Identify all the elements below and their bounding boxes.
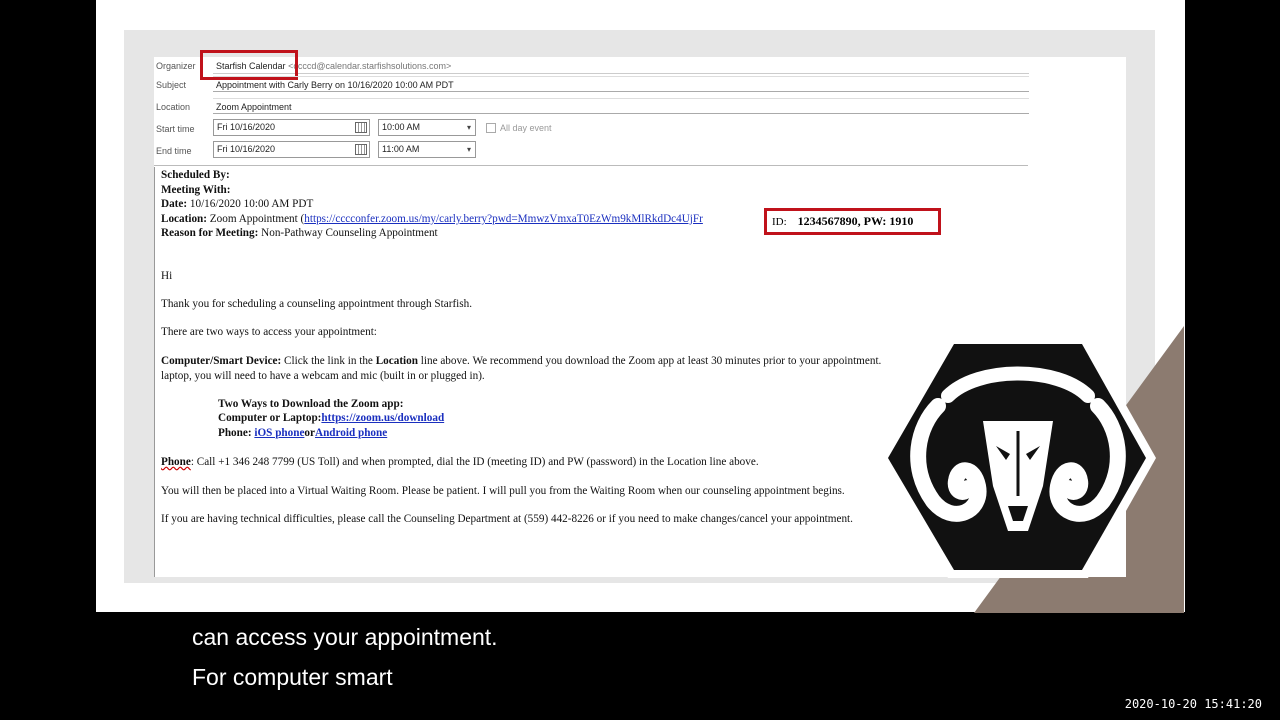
ram-logo-icon — [878, 336, 1158, 580]
subject-label: Subject — [156, 80, 187, 90]
difficulties-text: If you are having technical difficulties… — [161, 513, 853, 525]
start-time-value: 10:00 AM — [382, 122, 421, 132]
date-value: 10/16/2020 10:00 AM PDT — [189, 198, 314, 210]
start-time-select[interactable]: 10:00 AM ▾ — [378, 119, 476, 136]
computer-text-2: line above. We recommend you download th… — [420, 355, 882, 367]
computer-text-location: Location — [375, 355, 418, 367]
reason-label: Reason for Meeting: — [161, 227, 259, 239]
start-time-label: Start time — [156, 124, 195, 134]
end-time-value: 11:00 AM — [382, 144, 420, 154]
location-label: Location — [156, 102, 191, 112]
start-date-value: Fri 10/16/2020 — [217, 122, 276, 132]
phone-label: Phone — [161, 456, 191, 468]
meeting-id-label: ID: — [772, 216, 787, 228]
subtitle-line-1: can access your appointment. — [192, 624, 498, 650]
waiting-room-text: You will then be placed into a Virtual W… — [161, 485, 845, 497]
two-ways-text: There are two ways to access your appoin… — [161, 326, 377, 338]
body-left-border — [154, 167, 155, 577]
reason-value: Non-Pathway Counseling Appointment — [261, 227, 438, 239]
timestamp: 2020-10-20 15:41:20 — [1124, 697, 1262, 711]
calendar-icon[interactable] — [355, 122, 367, 133]
chevron-down-icon: ▾ — [466, 145, 471, 154]
all-day-checkbox[interactable] — [486, 123, 496, 133]
end-date-value: Fri 10/16/2020 — [217, 144, 276, 154]
phone-text: : Call +1 346 248 7799 (US Toll) and whe… — [190, 456, 759, 468]
date-label: Date: — [161, 198, 188, 210]
zoom-meeting-link[interactable]: https://cccconfer.zoom.us/my/carly.berry… — [304, 213, 703, 225]
subject-field[interactable]: Appointment with Carly Berry on 10/16/20… — [213, 76, 1029, 92]
end-date-field[interactable]: Fri 10/16/2020 — [213, 141, 370, 158]
meeting-with-label: Meeting With: — [161, 184, 231, 196]
zoom-download-link[interactable]: https://zoom.us/download — [321, 412, 444, 424]
end-time-label: End time — [156, 146, 192, 156]
organizer-field: Starfish Calendar <ccccd@calendar.starfi… — [213, 58, 1029, 74]
start-date-field[interactable]: Fri 10/16/2020 — [213, 119, 370, 136]
location-body-label: Location: — [161, 213, 207, 225]
end-time-select[interactable]: 11:00 AM ▾ — [378, 141, 476, 158]
android-phone-link[interactable]: Android phone — [315, 427, 387, 439]
download-or: or — [304, 427, 315, 439]
organizer-email: <ccccd@calendar.starfishsolutions.com> — [288, 61, 452, 71]
location-field[interactable]: Zoom Appointment — [213, 98, 1029, 114]
meeting-id-value: 1234567890, PW: 1910 — [797, 214, 914, 228]
greeting-text: Hi — [161, 270, 173, 282]
presentation-slide: Organizer Starfish Calendar <ccccd@calen… — [96, 0, 1185, 613]
location-body-text: Zoom Appointment ( — [209, 213, 305, 225]
download-computer-label: Computer or Laptop: — [218, 412, 322, 424]
download-title: Two Ways to Download the Zoom app: — [218, 398, 404, 410]
thanks-text: Thank you for scheduling a counseling ap… — [161, 298, 473, 310]
all-day-label: All day event — [500, 123, 552, 133]
download-phone-label: Phone: — [218, 427, 252, 439]
calendar-icon[interactable] — [355, 144, 367, 155]
computer-text-line2: laptop, you will need to have a webcam a… — [161, 370, 485, 382]
scheduled-by-label: Scheduled By: — [161, 169, 230, 181]
meeting-id-highlight: ID: 1234567890, PW: 1910 — [764, 208, 941, 235]
chevron-down-icon: ▾ — [466, 123, 471, 132]
subtitle-line-2: For computer smart — [192, 664, 393, 690]
ios-phone-link[interactable]: iOS phone — [254, 427, 304, 439]
header-separator — [154, 165, 1028, 166]
organizer-label: Organizer — [156, 61, 196, 71]
computer-text-1: Click the link in the — [284, 355, 373, 367]
computer-label: Computer/Smart Device: — [161, 355, 282, 367]
